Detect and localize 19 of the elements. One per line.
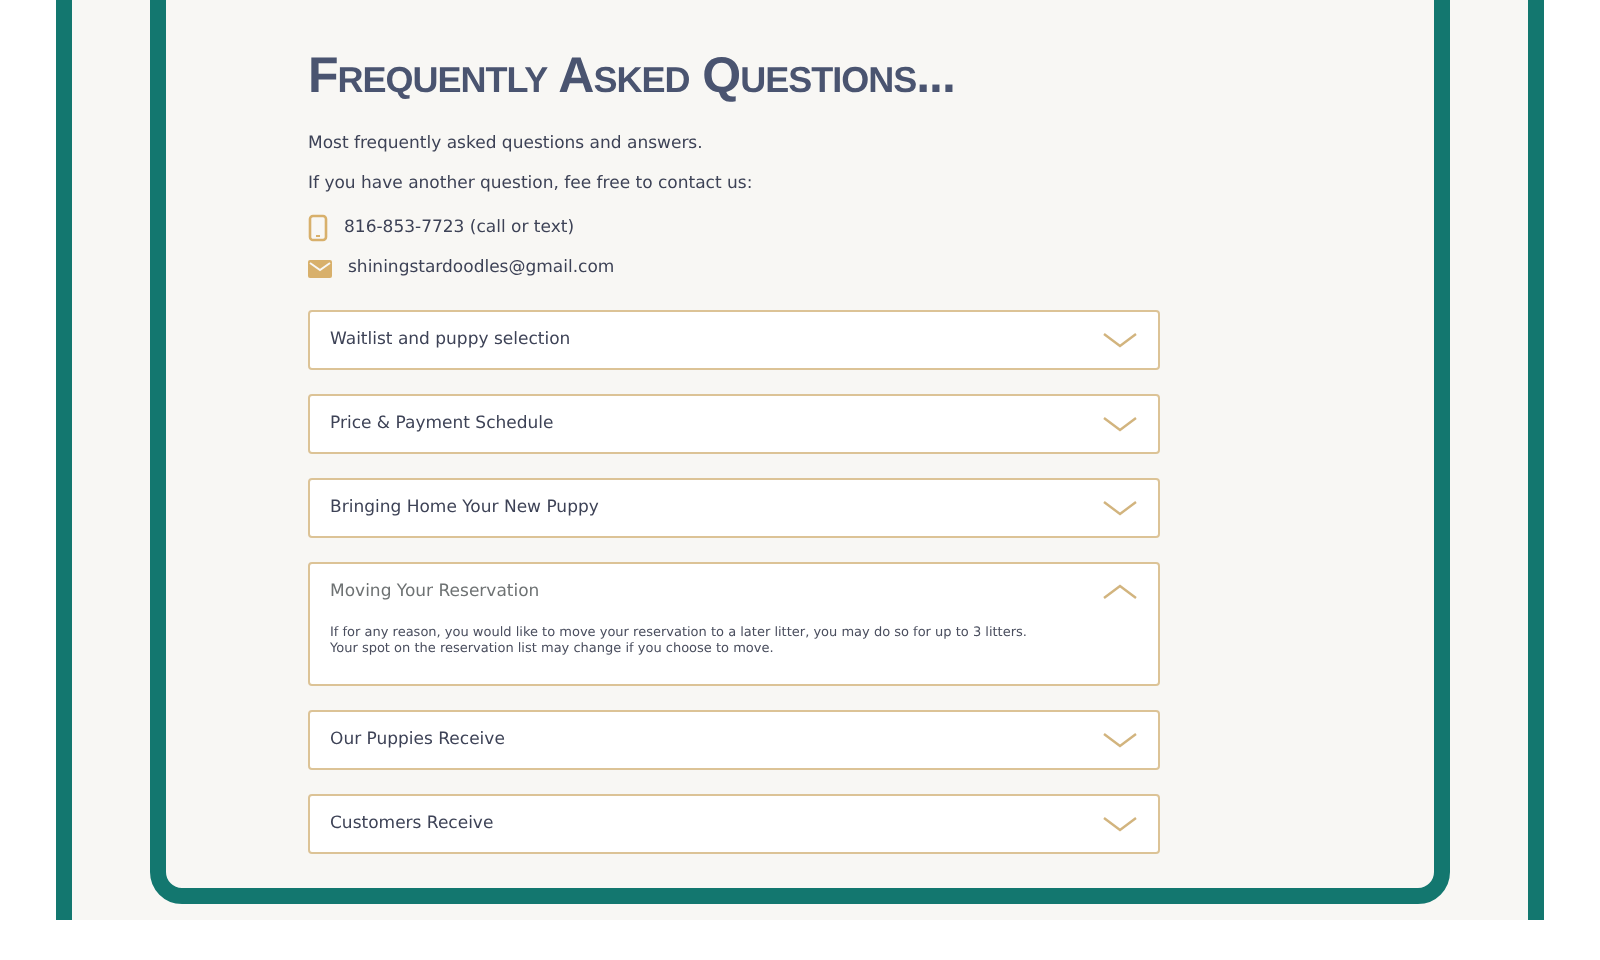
- chevron-down-icon[interactable]: [1102, 332, 1138, 348]
- chevron-down-icon[interactable]: [1102, 416, 1138, 432]
- intro-text: Most frequently asked questions and answers.: [308, 134, 705, 154]
- faq-question[interactable]: Customers Receive: [330, 814, 494, 835]
- chevron-down-icon[interactable]: [1102, 732, 1138, 749]
- faq-question[interactable]: Bringing Home Your New Puppy: [330, 498, 599, 518]
- chevron-down-icon[interactable]: [1102, 816, 1138, 833]
- email-link[interactable]: shiningstardoodles@gmail.com: [348, 258, 615, 278]
- faq-question[interactable]: Waitlist and puppy selection: [330, 330, 571, 350]
- phone-icon: [308, 214, 328, 242]
- chevron-down-icon[interactable]: [1102, 500, 1138, 516]
- faq-question[interactable]: Price & Payment Schedule: [330, 414, 554, 434]
- chevron-up-icon[interactable]: [1102, 584, 1138, 600]
- envelope-icon: [308, 259, 332, 277]
- faq-question[interactable]: Our Puppies Receive: [330, 730, 505, 751]
- intro-text: If you have another question, fee free to contact us:: [308, 174, 755, 194]
- faq-question[interactable]: Moving Your Reservation: [330, 582, 540, 602]
- page-title: Frequently Asked Questions...: [308, 48, 957, 106]
- phone-number: 816-853-7723 (call or text): [344, 218, 575, 238]
